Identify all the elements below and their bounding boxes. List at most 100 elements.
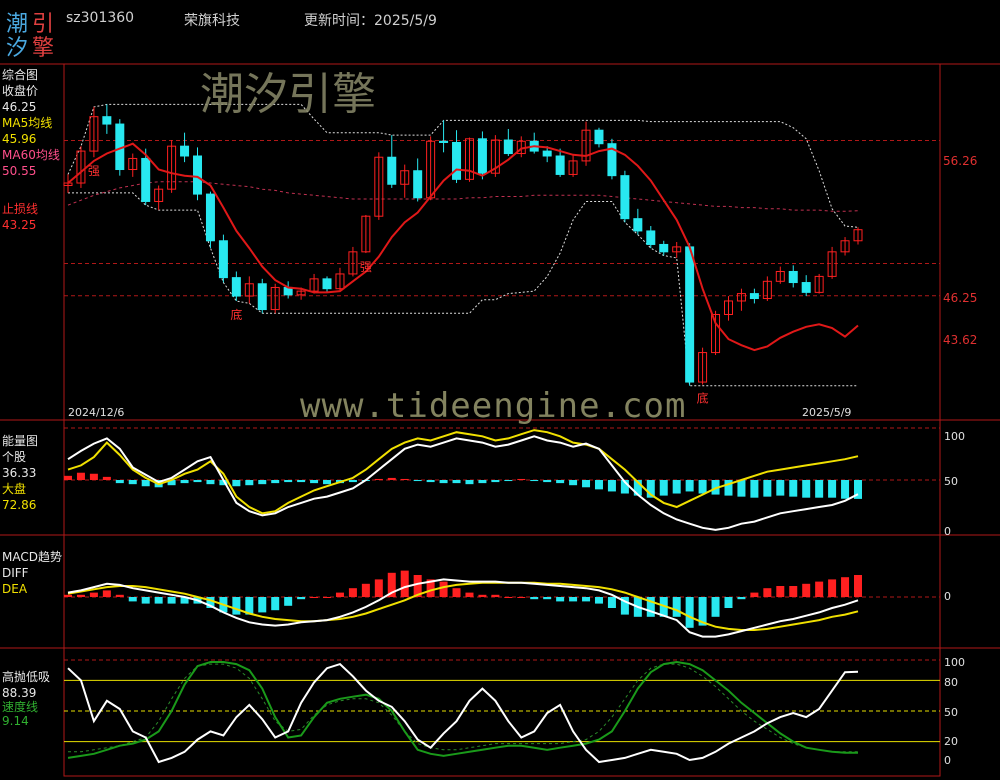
candle-body — [555, 155, 565, 175]
market-energy-value: 72.86 — [2, 498, 37, 512]
main-legend: 综合图 收盘价 46.25 MA5均线 45.96 MA60均线 50.55 止… — [2, 68, 60, 232]
macd-bar — [465, 592, 474, 597]
macd-bar — [452, 588, 461, 597]
macd-bar — [530, 597, 539, 600]
ma5-label: MA5均线 — [2, 116, 53, 130]
volume-bar — [763, 480, 772, 497]
volume-bar — [672, 480, 681, 494]
osc-value: 88.39 — [2, 686, 37, 700]
macd-bar — [478, 594, 487, 597]
macd-bar — [89, 592, 98, 597]
candle-body — [542, 150, 552, 157]
volume-bar — [64, 475, 72, 480]
dea-label: DEA — [2, 582, 28, 596]
panel-title-osc: 高抛低吸 — [2, 670, 51, 684]
date-end: 2025/5/9 — [802, 406, 852, 419]
volume-bar — [348, 480, 357, 483]
volume-bar — [193, 480, 202, 483]
macd-bar — [271, 597, 280, 611]
candle-body — [439, 140, 449, 143]
macd-bar — [802, 583, 811, 597]
volume-bar — [89, 473, 98, 480]
macd-bar — [517, 597, 526, 598]
volume-bar — [504, 480, 513, 482]
volume-bar — [232, 480, 241, 487]
volume-bar — [141, 480, 150, 487]
macd-bar — [167, 597, 176, 604]
macd-bar — [750, 592, 759, 597]
candle-body — [594, 129, 604, 145]
macd-bar — [76, 594, 85, 597]
volume-bar — [750, 480, 759, 498]
volume-bar — [659, 480, 668, 496]
volume-bar — [128, 480, 137, 485]
candle-body — [620, 175, 630, 220]
volume-bar — [258, 480, 267, 485]
macd-bar — [400, 570, 409, 597]
volume-bar — [413, 480, 422, 482]
volume-bar — [323, 480, 332, 485]
candle-body — [193, 155, 203, 195]
volume-bar — [530, 480, 539, 482]
volume-bar — [543, 480, 552, 483]
macd-bar — [724, 597, 733, 608]
candle-body — [477, 138, 487, 174]
volume-bar — [102, 476, 111, 480]
osc-line — [67, 662, 859, 764]
macd-bar — [685, 597, 694, 628]
macd-bar — [374, 579, 383, 597]
volume-bar — [297, 480, 306, 483]
watermark-brand: 潮汐引擎 — [200, 69, 376, 120]
candle-body — [322, 278, 332, 290]
macd-bar — [854, 575, 862, 597]
close-value: 46.25 — [2, 100, 37, 114]
right-tick-osc-100: 100 — [944, 656, 965, 669]
right-tick-osc-0: 0 — [944, 754, 951, 767]
volume-bar — [245, 480, 254, 486]
volume-bar — [284, 480, 293, 483]
annotation-2: 底 — [230, 307, 242, 322]
right-tick-osc-50: 50 — [944, 706, 958, 719]
macd-bar — [128, 597, 137, 602]
watermark-url: www.tideengine.com — [300, 386, 687, 426]
candle-body — [452, 141, 462, 180]
volume-bar — [76, 472, 85, 480]
macd-bar — [232, 597, 241, 615]
candle-body — [646, 230, 656, 245]
ma5-line — [67, 142, 859, 352]
volume-bar — [465, 480, 474, 485]
speed-value: 9.14 — [2, 714, 29, 728]
macd-bar — [504, 597, 513, 598]
right-tick-main-3: 43.62 — [943, 333, 978, 347]
volume-bar — [607, 480, 616, 492]
volume-bar — [206, 480, 215, 485]
macd-bar — [335, 592, 344, 597]
stock-energy-value: 36.33 — [2, 466, 37, 480]
ma5-value: 45.96 — [2, 132, 37, 146]
candle-body — [205, 193, 215, 242]
macd-bar — [763, 588, 772, 597]
date-start: 2024/12/6 — [68, 406, 125, 419]
macd-bar — [776, 586, 785, 597]
volume-bar — [452, 480, 461, 484]
volume-bar — [776, 480, 785, 496]
volume-bar — [789, 480, 798, 497]
macd-bar — [556, 597, 565, 602]
candle-body — [141, 157, 151, 202]
macd-bar — [258, 597, 267, 613]
macd-bar — [141, 597, 150, 604]
macd-bar — [310, 597, 319, 598]
macd-bar — [594, 597, 603, 604]
candle-body — [180, 145, 190, 157]
macd-bar — [828, 579, 837, 597]
volume-bar — [569, 480, 578, 486]
right-tick-main-2: 46.25 — [943, 291, 978, 305]
volume-bar — [841, 480, 850, 499]
macd-bar — [439, 581, 448, 597]
candle-body — [218, 240, 228, 279]
market-energy-line — [67, 429, 859, 515]
macd-bar — [491, 594, 500, 597]
volume-bar — [374, 478, 383, 480]
diff-line — [67, 578, 859, 638]
annotation-4: 底 — [697, 391, 709, 406]
